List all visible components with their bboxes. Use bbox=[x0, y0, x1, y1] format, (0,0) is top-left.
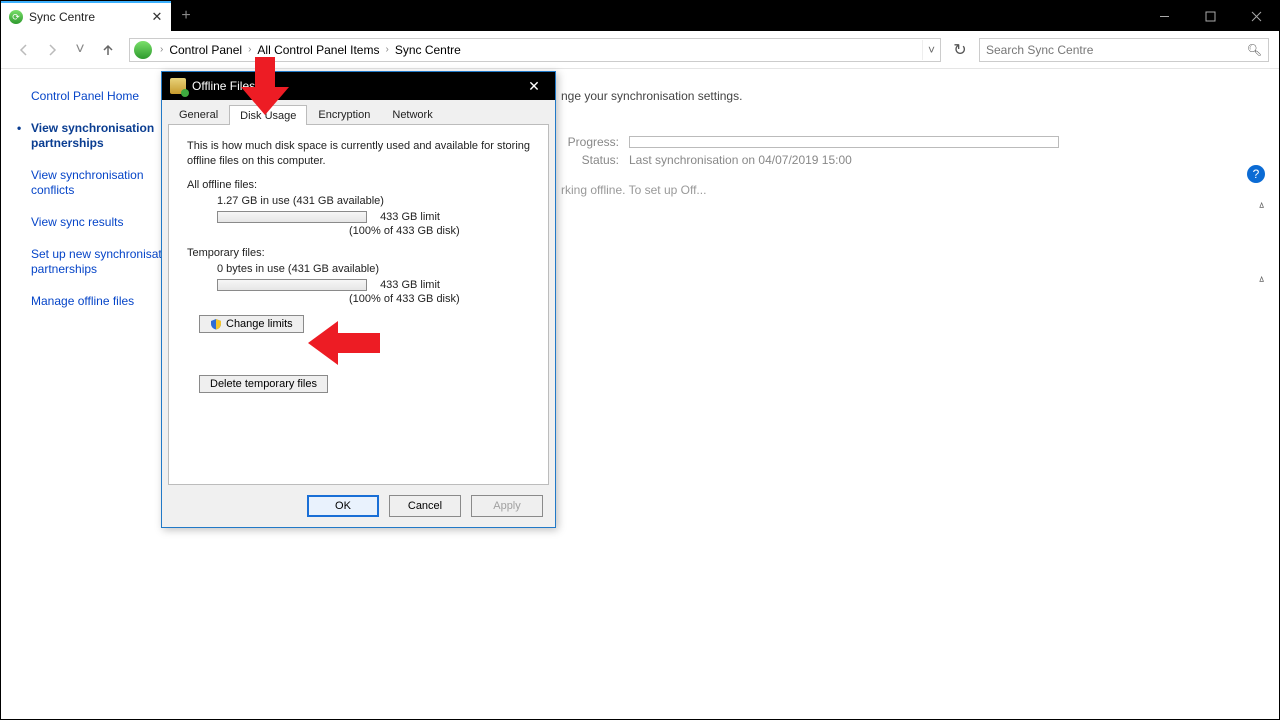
progress-bar bbox=[629, 136, 1059, 148]
search-placeholder: Search Sync Centre bbox=[986, 43, 1093, 57]
offline-text-fragment: rking offline. To set up Off... bbox=[561, 183, 1259, 197]
breadcrumb-leaf[interactable]: Sync Centre bbox=[393, 43, 463, 57]
ok-button[interactable]: OK bbox=[307, 495, 379, 517]
cancel-button[interactable]: Cancel bbox=[389, 495, 461, 517]
close-button[interactable] bbox=[1233, 1, 1279, 31]
browser-tab[interactable]: ⟳ Sync Centre ✕ bbox=[1, 1, 171, 31]
temp-files-pct: (100% of 433 GB disk) bbox=[349, 293, 530, 305]
delete-temp-button[interactable]: Delete temporary files bbox=[199, 375, 328, 393]
collapse-icon[interactable]: ㅿ bbox=[1257, 271, 1273, 287]
tab-close-icon[interactable]: ✕ bbox=[149, 9, 165, 25]
annotation-arrow-down bbox=[241, 57, 289, 117]
temp-files-bar bbox=[217, 279, 367, 291]
search-input[interactable]: Search Sync Centre 🔍︎ bbox=[979, 38, 1269, 62]
offline-files-icon bbox=[170, 78, 186, 94]
chevron-right-icon[interactable]: › bbox=[381, 44, 392, 55]
new-tab-button[interactable]: + bbox=[171, 1, 201, 31]
change-limits-label: Change limits bbox=[226, 318, 293, 330]
collapse-icon[interactable]: ㅿ bbox=[1257, 197, 1273, 213]
tab-network[interactable]: Network bbox=[381, 104, 443, 124]
tab-title: Sync Centre bbox=[29, 10, 95, 24]
chevron-right-icon[interactable]: › bbox=[156, 44, 167, 55]
sidebar-item-partnerships[interactable]: View synchronisation partnerships bbox=[31, 121, 181, 152]
tab-page-disk-usage: This is how much disk space is currently… bbox=[168, 124, 549, 485]
sync-centre-icon: ⟳ bbox=[9, 10, 23, 24]
address-bar: ˅ › Control Panel › All Control Panel It… bbox=[1, 31, 1279, 69]
tab-general[interactable]: General bbox=[168, 104, 229, 124]
sidebar-item-setup[interactable]: Set up new synchronisation partnerships bbox=[31, 247, 181, 278]
tab-encryption[interactable]: Encryption bbox=[307, 104, 381, 124]
sidebar-item-results[interactable]: View sync results bbox=[31, 215, 181, 231]
sync-centre-icon bbox=[134, 41, 152, 59]
chevron-right-icon[interactable]: › bbox=[244, 44, 255, 55]
dialog-description: This is how much disk space is currently… bbox=[187, 139, 530, 169]
window-titlebar: ⟳ Sync Centre ✕ + bbox=[1, 1, 1279, 31]
temp-files-limit: 433 GB limit bbox=[380, 279, 440, 291]
sync-details: Progress: Status: Last synchronisation o… bbox=[561, 133, 1259, 197]
breadcrumb-mid[interactable]: All Control Panel Items bbox=[255, 43, 381, 57]
recent-locations-button[interactable]: ˅ bbox=[67, 37, 93, 63]
page-heading-fragment: nge your synchronisation settings. bbox=[561, 89, 1259, 103]
up-button[interactable] bbox=[95, 37, 121, 63]
shield-icon bbox=[210, 318, 222, 330]
window-controls bbox=[1141, 1, 1279, 31]
progress-label: Progress: bbox=[561, 135, 619, 149]
back-button[interactable] bbox=[11, 37, 37, 63]
forward-button[interactable] bbox=[39, 37, 65, 63]
delete-temp-label: Delete temporary files bbox=[210, 378, 317, 390]
all-offline-label: All offline files: bbox=[187, 179, 530, 191]
change-limits-button[interactable]: Change limits bbox=[199, 315, 304, 333]
maximize-button[interactable] bbox=[1187, 1, 1233, 31]
minimize-button[interactable] bbox=[1141, 1, 1187, 31]
status-label: Status: bbox=[561, 153, 619, 167]
sidebar-item-conflicts[interactable]: View synchronisation conflicts bbox=[31, 168, 181, 199]
status-value: Last synchronisation on 04/07/2019 15:00 bbox=[629, 153, 852, 167]
refresh-button[interactable]: ↻ bbox=[949, 40, 971, 60]
all-offline-usage: 1.27 GB in use (431 GB available) bbox=[217, 195, 530, 207]
all-offline-pct: (100% of 433 GB disk) bbox=[349, 225, 530, 237]
breadcrumb-root[interactable]: Control Panel bbox=[167, 43, 244, 57]
apply-button: Apply bbox=[471, 495, 543, 517]
dialog-titlebar[interactable]: Offline Files ✕ bbox=[162, 72, 555, 100]
all-offline-bar bbox=[217, 211, 367, 223]
search-icon[interactable]: 🔍︎ bbox=[1247, 43, 1262, 57]
sidebar-home[interactable]: Control Panel Home bbox=[31, 89, 181, 105]
dialog-tabs: General Disk Usage Encryption Network bbox=[162, 100, 555, 124]
temp-files-label: Temporary files: bbox=[187, 247, 530, 259]
help-icon[interactable]: ? bbox=[1247, 165, 1265, 183]
offline-files-dialog: Offline Files ✕ General Disk Usage Encry… bbox=[161, 71, 556, 528]
annotation-arrow-left bbox=[308, 321, 380, 365]
sidebar-item-offline[interactable]: Manage offline files bbox=[31, 294, 181, 310]
dialog-buttons: OK Cancel Apply bbox=[162, 485, 555, 527]
dialog-close-icon[interactable]: ✕ bbox=[521, 76, 547, 96]
path-dropdown-icon[interactable]: ˅ bbox=[922, 40, 940, 60]
temp-files-usage: 0 bytes in use (431 GB available) bbox=[217, 263, 530, 275]
all-offline-limit: 433 GB limit bbox=[380, 211, 440, 223]
